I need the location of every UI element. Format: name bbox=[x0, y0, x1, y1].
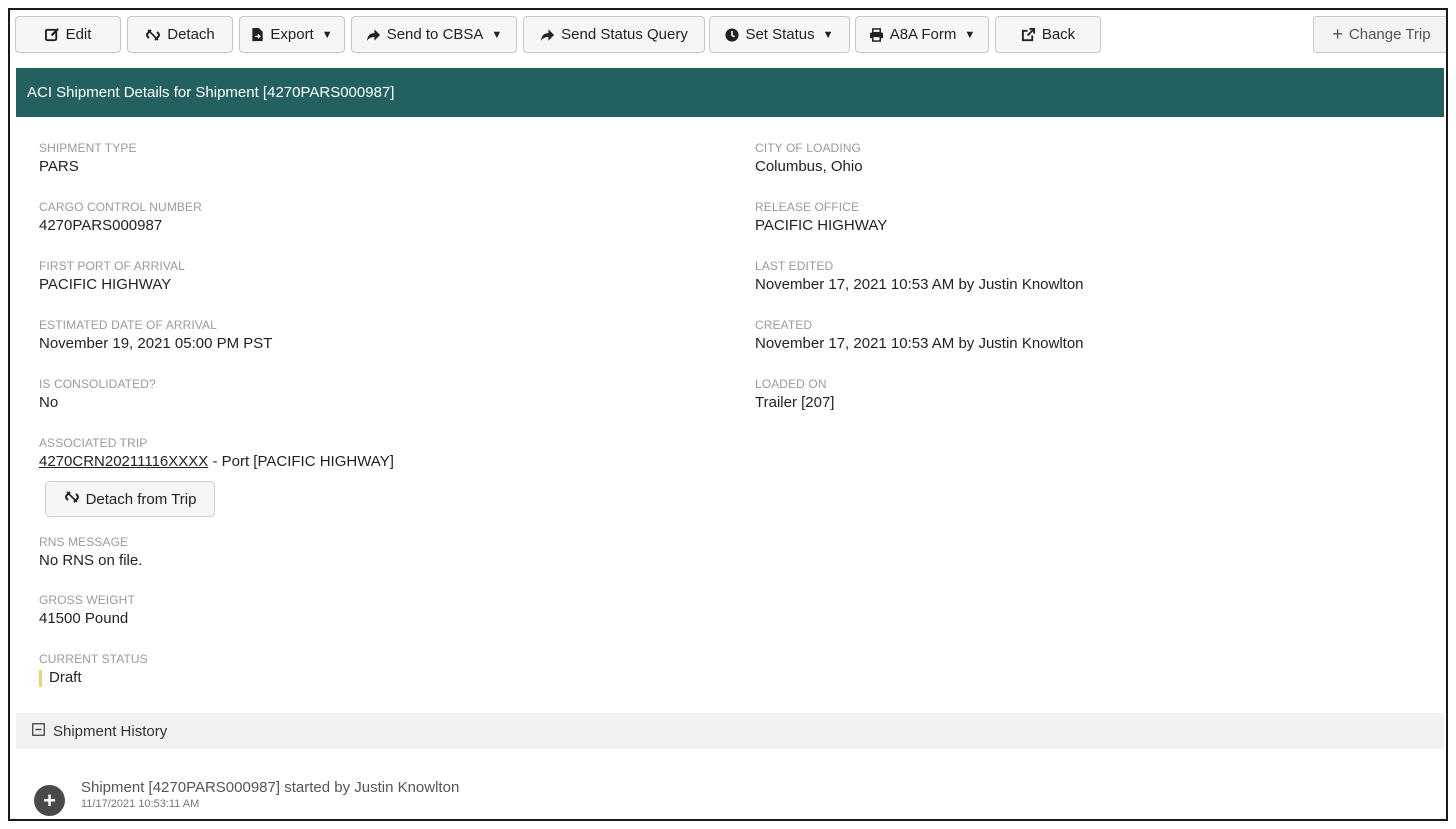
field-label: Associated Trip bbox=[39, 436, 148, 450]
field-label: Shipment Type bbox=[39, 141, 137, 155]
field-label: Release Office bbox=[755, 200, 860, 214]
detach-from-trip-button[interactable]: Detach from Trip bbox=[45, 481, 215, 517]
field-label: City of Loading bbox=[755, 141, 861, 155]
change-trip-button[interactable]: + Change Trip bbox=[1313, 16, 1446, 53]
field-value: Trailer [207] bbox=[755, 394, 835, 411]
unlink-icon bbox=[64, 489, 80, 509]
field-value: November 17, 2021 10:53 AM by Justin Kno… bbox=[755, 335, 1084, 352]
field-shipment-type: Shipment Type PARS bbox=[39, 141, 137, 177]
shipment-history-title: Shipment History bbox=[53, 722, 168, 740]
field-label: RNS Message bbox=[39, 535, 129, 549]
field-gross-weight: Gross Weight 41500 Pound bbox=[39, 593, 135, 629]
send-to-cbsa-button[interactable]: Send to CBSA ▼ bbox=[351, 16, 517, 53]
associated-trip-port: - Port [PACIFIC HIGHWAY] bbox=[208, 453, 394, 470]
field-value: 41500 Pound bbox=[39, 610, 129, 627]
a8a-form-label: A8A Form bbox=[889, 26, 957, 43]
field-release-office: Release Office PACIFIC HIGHWAY bbox=[755, 200, 887, 236]
field-value: PACIFIC HIGHWAY bbox=[39, 276, 172, 293]
send-status-query-button[interactable]: Send Status Query bbox=[523, 16, 705, 53]
field-value: November 17, 2021 10:53 AM by Justin Kno… bbox=[755, 276, 1084, 293]
detach-button[interactable]: Detach bbox=[127, 16, 233, 53]
field-loaded-on: Loaded On Trailer [207] bbox=[755, 377, 834, 413]
page-title: ACI Shipment Details for Shipment [4270P… bbox=[27, 84, 395, 101]
change-trip-label: Change Trip bbox=[1348, 26, 1431, 43]
field-created: Created November 17, 2021 10:53 AM by Ju… bbox=[755, 318, 1084, 354]
field-value: No bbox=[39, 394, 59, 411]
field-label: Estimated Date of Arrival bbox=[39, 318, 217, 332]
field-rns-message: RNS Message No RNS on file. bbox=[39, 535, 142, 571]
history-list-item: + Shipment [4270PARS000987] started by J… bbox=[34, 779, 459, 816]
field-value: November 19, 2021 05:00 PM PST bbox=[39, 335, 273, 352]
chevron-down-icon: ▼ bbox=[491, 28, 503, 41]
send-to-cbsa-label: Send to CBSA bbox=[386, 26, 484, 43]
chevron-down-icon: ▼ bbox=[964, 28, 976, 41]
history-item-text: Shipment [4270PARS000987] started by Jus… bbox=[81, 779, 460, 796]
field-label: Current Status bbox=[39, 652, 148, 666]
external-link-icon bbox=[1021, 27, 1036, 42]
history-item-timestamp: 11/17/2021 10:53:11 AM bbox=[81, 798, 200, 810]
status-label: Draft bbox=[49, 669, 82, 686]
field-value: PACIFIC HIGHWAY bbox=[755, 217, 888, 234]
file-export-icon bbox=[251, 27, 264, 42]
associated-trip-link[interactable]: 4270CRN20211116XXXX bbox=[39, 453, 208, 470]
back-button-label: Back bbox=[1041, 26, 1076, 43]
shipment-details-window: Edit Detach Export ▼ Send to CBSA ▼ Send… bbox=[8, 8, 1448, 821]
back-button[interactable]: Back bbox=[995, 16, 1101, 53]
set-status-button[interactable]: Set Status ▼ bbox=[709, 16, 850, 53]
plus-icon: + bbox=[1332, 24, 1343, 44]
field-last-edited: Last Edited November 17, 2021 10:53 AM b… bbox=[755, 259, 1084, 295]
chevron-down-icon: ▼ bbox=[822, 28, 834, 41]
chevron-down-icon: ▼ bbox=[321, 28, 333, 41]
field-value: 4270PARS000987 bbox=[39, 217, 163, 234]
field-cargo-control-number: Cargo Control Number 4270PARS000987 bbox=[39, 200, 202, 236]
field-value: No RNS on file. bbox=[39, 552, 143, 569]
status-badge: Draft bbox=[39, 668, 148, 688]
field-first-port-of-arrival: First Port of Arrival PACIFIC HIGHWAY bbox=[39, 259, 185, 295]
field-associated-trip: Associated Trip 4270CRN20211116XXXX - Po… bbox=[39, 436, 394, 472]
shipment-history-toggle[interactable]: Shipment History bbox=[16, 713, 1444, 749]
page-title-bar: ACI Shipment Details for Shipment [4270P… bbox=[16, 68, 1444, 117]
edit-button-label: Edit bbox=[65, 26, 92, 43]
set-status-label: Set Status bbox=[745, 26, 815, 43]
detach-from-trip-label: Detach from Trip bbox=[85, 490, 197, 508]
field-current-status: Current Status Draft bbox=[39, 652, 148, 688]
toolbar: Edit Detach Export ▼ Send to CBSA ▼ Send… bbox=[10, 10, 1446, 60]
send-status-query-label: Send Status Query bbox=[561, 26, 688, 43]
history-item-body: Shipment [4270PARS000987] started by Jus… bbox=[81, 779, 459, 811]
share-arrow-icon bbox=[366, 28, 381, 42]
clock-icon bbox=[725, 27, 739, 42]
print-icon bbox=[869, 27, 884, 42]
a8a-form-button[interactable]: A8A Form ▼ bbox=[855, 16, 989, 53]
field-value: 4270CRN20211116XXXX - Port [PACIFIC HIGH… bbox=[39, 452, 394, 472]
field-estimated-date-of-arrival: Estimated Date of Arrival November 19, 2… bbox=[39, 318, 272, 354]
field-label: Last Edited bbox=[755, 259, 834, 273]
edit-button[interactable]: Edit bbox=[15, 16, 121, 53]
field-label: Loaded On bbox=[755, 377, 827, 391]
field-label: First Port of Arrival bbox=[39, 259, 185, 273]
detach-button-label: Detach bbox=[167, 26, 215, 43]
export-button[interactable]: Export ▼ bbox=[239, 16, 345, 53]
status-indicator bbox=[39, 669, 42, 687]
export-button-label: Export bbox=[270, 26, 314, 43]
field-label: Cargo Control Number bbox=[39, 200, 202, 214]
field-label: Gross Weight bbox=[39, 593, 135, 607]
collapse-icon bbox=[32, 722, 45, 740]
field-value: Columbus, Ohio bbox=[755, 158, 863, 175]
field-is-consolidated: Is Consolidated? No bbox=[39, 377, 156, 413]
edit-icon bbox=[44, 27, 60, 42]
plus-icon: + bbox=[34, 785, 65, 816]
field-label: Is Consolidated? bbox=[39, 377, 156, 391]
field-label: Created bbox=[755, 318, 813, 332]
field-value: PARS bbox=[39, 158, 79, 175]
unlink-icon bbox=[145, 27, 161, 43]
share-arrow-icon bbox=[540, 28, 555, 42]
shipment-details-panel: Shipment Type PARS Cargo Control Number … bbox=[16, 117, 1444, 817]
field-city-of-loading: City of Loading Columbus, Ohio bbox=[755, 141, 863, 177]
